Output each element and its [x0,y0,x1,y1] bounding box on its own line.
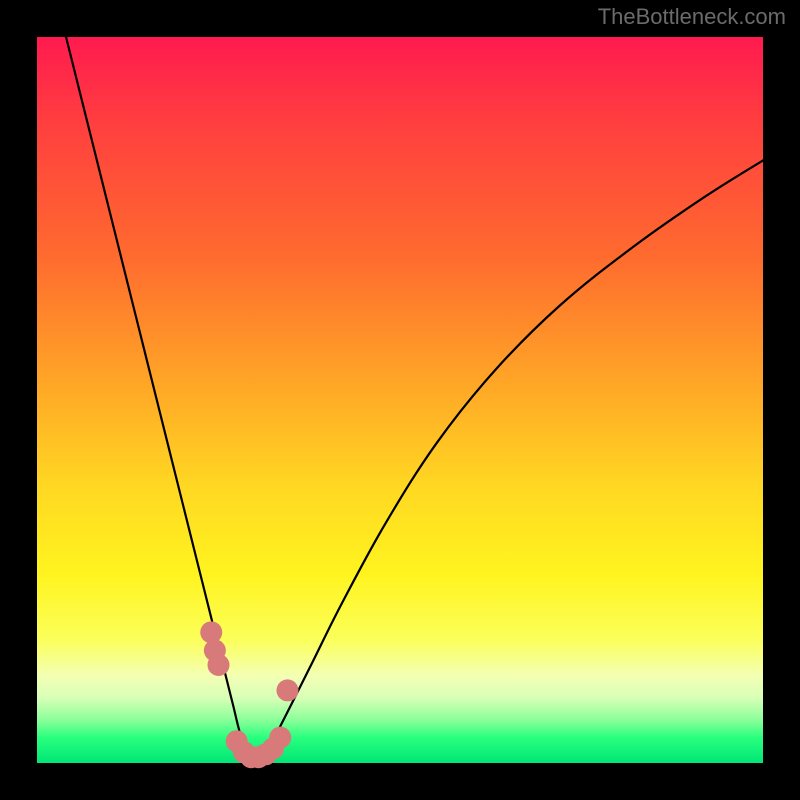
chart-frame: TheBottleneck.com [0,0,800,800]
highlight-markers [200,621,298,768]
watermark-text: TheBottleneck.com [598,4,786,30]
marker-point [200,621,222,643]
plot-area [37,37,763,763]
marker-point [269,727,291,749]
marker-point [276,679,298,701]
chart-svg [37,37,763,763]
marker-point [208,654,230,676]
bottleneck-curve [66,37,763,760]
